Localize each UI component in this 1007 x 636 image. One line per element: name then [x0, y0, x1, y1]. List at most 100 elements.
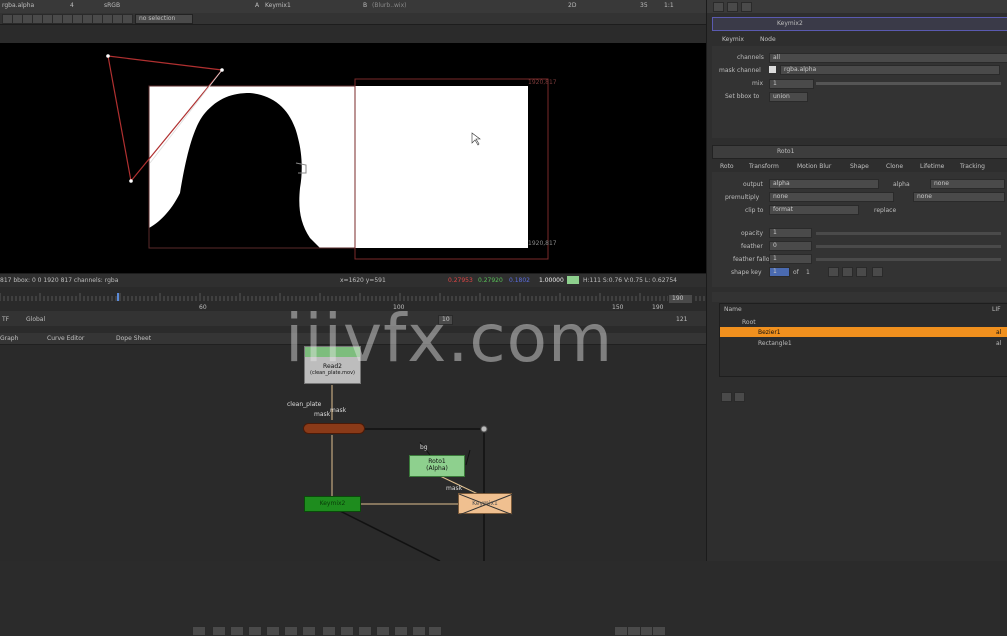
set-bbox-dropdown[interactable]: union: [769, 92, 808, 102]
roto-node[interactable]: Roto1 (Alpha): [409, 455, 465, 477]
clear-panels-icon[interactable]: [741, 2, 752, 12]
merge-node[interactable]: [303, 423, 365, 434]
curves-row-rectangle1[interactable]: Rectangle1 al: [720, 338, 1007, 348]
feather-field[interactable]: 0: [769, 241, 812, 251]
ratio-dropdown[interactable]: 1:1: [664, 2, 674, 9]
watermark-text: iiivfx.com: [285, 300, 614, 377]
end-frame-field[interactable]: 190: [668, 294, 693, 304]
red-value: 0.27953: [448, 277, 473, 284]
tab-lifetime[interactable]: Lifetime: [920, 163, 944, 170]
roto-panel-header[interactable]: Roto1: [712, 145, 1007, 159]
playback-button[interactable]: [627, 626, 641, 636]
premultiply-extra-dropdown[interactable]: none: [913, 192, 1005, 202]
roto-point-2: [220, 68, 224, 72]
mix-field[interactable]: 1: [769, 79, 814, 89]
playback-button[interactable]: [428, 626, 442, 636]
roi-dropdown[interactable]: no selection: [135, 14, 193, 24]
channel-count-dropdown[interactable]: 4: [70, 2, 74, 9]
curves-root[interactable]: Root: [742, 319, 756, 326]
playback-button[interactable]: [230, 626, 244, 636]
playback-button[interactable]: [340, 626, 354, 636]
playback-button[interactable]: [302, 626, 316, 636]
bg-label: bg: [420, 444, 428, 451]
curves-right-tag: LIF: [992, 306, 1001, 313]
roto-slider[interactable]: [816, 258, 1001, 261]
playback-button[interactable]: [652, 626, 666, 636]
curves-row1-tag: al: [996, 329, 1002, 336]
tab-shape[interactable]: Shape: [850, 163, 869, 170]
feather-falloff-field[interactable]: 1: [769, 254, 812, 264]
mask-label-3: mask: [446, 485, 463, 492]
playback-button[interactable]: [376, 626, 390, 636]
tab-roto[interactable]: Roto: [720, 163, 734, 170]
input-b-dropdown[interactable]: (Blurb..wix): [372, 2, 406, 9]
output-extra-dropdown[interactable]: none: [930, 179, 1005, 189]
timeline-tick-150: 150: [612, 304, 624, 311]
keyframe-button[interactable]: [828, 267, 839, 277]
opacity-field[interactable]: 1: [769, 228, 812, 238]
mask-channel-checkbox[interactable]: [769, 66, 776, 73]
tab-curve-editor[interactable]: Curve Editor: [47, 335, 84, 342]
playback-button[interactable]: [192, 626, 206, 636]
view-mode-dropdown[interactable]: 2D: [568, 2, 576, 9]
tab-transform[interactable]: Transform: [749, 163, 779, 170]
tab-tracking[interactable]: Tracking: [960, 163, 985, 170]
playback-button[interactable]: [284, 626, 298, 636]
tab-dope-sheet[interactable]: Dope Sheet: [116, 335, 151, 342]
playback-button[interactable]: [412, 626, 426, 636]
shape-key-of: of: [793, 269, 799, 276]
tab-motion-blur[interactable]: Motion Blur: [797, 163, 831, 170]
playback-button[interactable]: [322, 626, 336, 636]
keymix-panel-header[interactable]: Keymix2: [712, 17, 1007, 31]
channels-dropdown[interactable]: all: [769, 53, 1007, 63]
playback-button[interactable]: [248, 626, 262, 636]
roto-slider[interactable]: [816, 245, 1001, 248]
node-graph-canvas[interactable]: Read2 (clean_plate.mov) clean_plate mask…: [0, 345, 706, 561]
playback-button[interactable]: [266, 626, 280, 636]
premultiply-label: premultiply: [725, 194, 760, 201]
curves-row-bezier1[interactable]: Bezier1 al: [720, 327, 1007, 337]
format-area-right: [355, 86, 528, 248]
remove-curve-button[interactable]: [734, 392, 745, 402]
keyframe-button[interactable]: [842, 267, 853, 277]
premultiply-dropdown[interactable]: none: [769, 192, 894, 202]
close-icon[interactable]: [713, 2, 724, 12]
tab-keymix[interactable]: Keymix: [722, 36, 744, 43]
tab-node[interactable]: Node: [760, 36, 776, 43]
add-curve-button[interactable]: [721, 392, 732, 402]
tab-clone[interactable]: Clone: [886, 163, 903, 170]
playback-button[interactable]: [212, 626, 226, 636]
tab-graph[interactable]: Graph: [0, 335, 18, 342]
fps-dropdown[interactable]: TF: [2, 316, 9, 323]
output-dropdown[interactable]: alpha: [769, 179, 879, 189]
disabled-keymix-node[interactable]: Keymix1: [458, 493, 513, 515]
colorspace-dropdown[interactable]: sRGB: [104, 2, 120, 9]
mask-channel-dropdown[interactable]: rgba.alpha: [780, 65, 1000, 75]
opacity-label: opacity: [741, 230, 764, 237]
clip-to-dropdown[interactable]: format: [769, 205, 859, 215]
roto-slider[interactable]: [816, 232, 1001, 235]
keyframe-button[interactable]: [856, 267, 867, 277]
playback-button[interactable]: [358, 626, 372, 636]
viewer-tool-button[interactable]: [122, 14, 133, 24]
mix-slider[interactable]: [816, 82, 1001, 85]
lock-icon[interactable]: [727, 2, 738, 12]
input-a-dropdown[interactable]: Keymix1: [265, 2, 291, 9]
shape-key-field[interactable]: 1: [769, 267, 790, 277]
dot-node: [480, 425, 488, 433]
channel-set-dropdown[interactable]: rgba.alpha: [2, 2, 34, 9]
mask-channel-label: mask channel: [719, 67, 761, 74]
global-dropdown[interactable]: Global: [26, 316, 45, 323]
viewer-canvas[interactable]: 1920,817 1920,817: [0, 43, 706, 273]
roto-node-label: Roto1: [428, 458, 446, 465]
curves-row2-tag: al: [996, 340, 1002, 347]
viewer-status-bar: 817 bbox: 0 0 1920 817 channels: rgba x=…: [0, 273, 706, 287]
properties-toolbar: [707, 0, 1007, 13]
replace-label: replace: [874, 207, 897, 214]
keyframe-button[interactable]: [872, 267, 883, 277]
playback-button[interactable]: [394, 626, 408, 636]
playback-button[interactable]: [614, 626, 628, 636]
keymix-node[interactable]: Keymix2: [304, 496, 361, 512]
frame-x-field[interactable]: 35: [640, 2, 648, 9]
current-frame[interactable]: 121: [676, 316, 687, 323]
